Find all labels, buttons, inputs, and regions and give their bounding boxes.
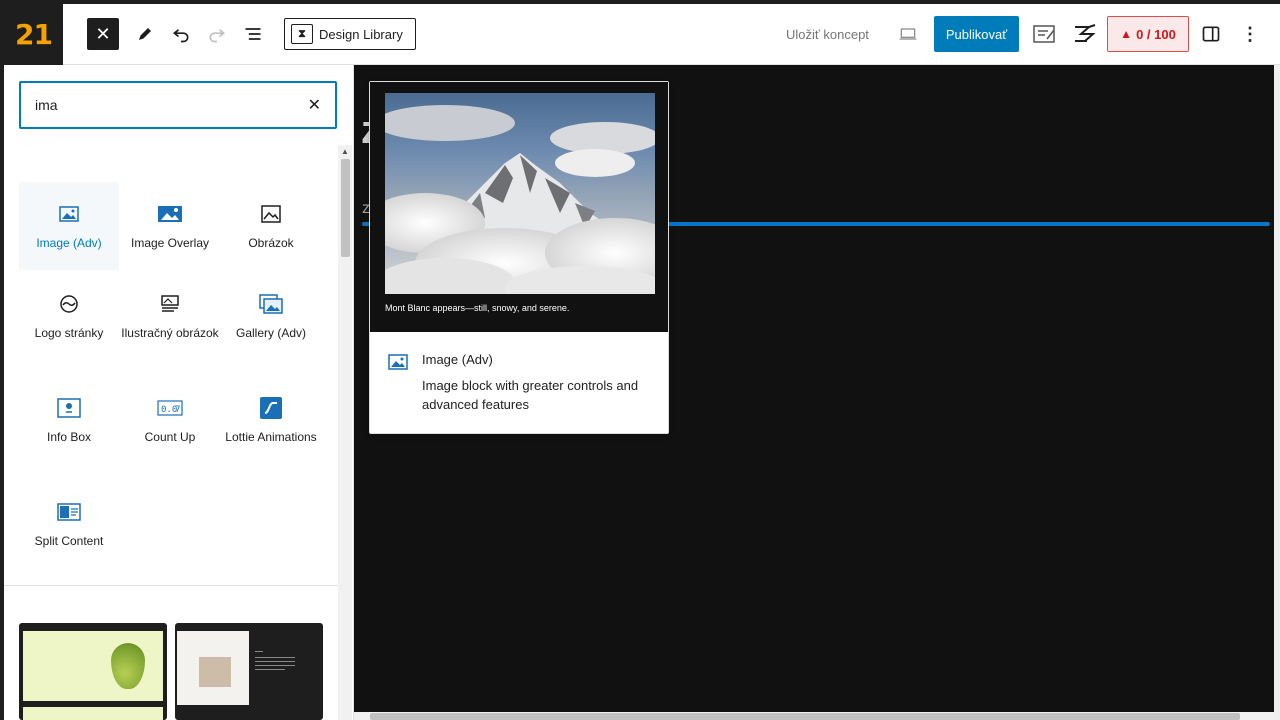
publish-label: Publikovať [945,26,1008,42]
site-logo-icon [60,295,78,313]
stackable-icon: ⧗ [291,24,313,44]
block-label: Lottie Animations [225,430,317,444]
publish-button[interactable]: Publikovať [934,16,1019,52]
clear-search-icon[interactable]: ✕ [308,95,321,115]
laptop-icon [899,28,917,40]
stackable-logo-icon [1075,24,1096,42]
sidebar-icon [1202,26,1220,42]
block-lottie-animations[interactable]: Lottie Animations [221,376,321,444]
lottie-icon [260,397,282,419]
block-label: Gallery (Adv) [235,326,306,340]
block-gallery-adv[interactable]: Gallery (Adv) [221,272,321,340]
inserter-scrollbar-thumb[interactable] [341,159,350,257]
image-icon [261,205,281,223]
close-inserter-button[interactable]: ✕ [87,18,119,50]
preview-block-title: Image (Adv) [422,352,493,367]
pattern-background [23,707,163,720]
image-icon [388,354,408,370]
save-draft-label: Uložiť koncept [786,26,869,42]
site-logo[interactable]: 21 [4,4,63,65]
info-box-icon [57,398,81,418]
block-image-adv[interactable]: Image (Adv) [19,182,119,270]
block-obrazok[interactable]: Obrázok [221,182,321,250]
preview-caption: Mont Blanc appears—still, snowy, and ser… [385,303,570,313]
section-divider [4,585,338,586]
block-label: Ilustračný obrázok [121,326,219,340]
score-chart-icon: ▲ [1120,27,1133,41]
block-count-up[interactable]: 0.0 7 Count Up [120,376,220,444]
canvas-scrollbar[interactable] [1274,65,1280,720]
block-search-input[interactable] [35,97,275,113]
pattern-image [177,631,249,705]
block-info-box[interactable]: Info Box [19,376,119,444]
gallery-icon [259,294,283,314]
pattern-preview-pear[interactable] [19,623,167,720]
undo-button[interactable] [165,18,197,50]
block-label: Image Overlay [130,236,210,250]
logo-text: 21 [15,18,53,51]
block-ilustracny-obrazok[interactable]: Ilustračný obrázok [120,272,220,340]
image-overlay-icon [158,206,182,222]
image-icon [59,206,79,222]
block-label: Split Content [34,534,104,548]
block-label: Info Box [46,430,92,444]
stackable-settings-button[interactable] [1069,18,1101,50]
seo-score-button[interactable]: ▲ 0 / 100 [1107,16,1189,52]
split-content-icon [57,503,81,521]
preview-mountain-image [385,93,655,294]
block-logo-stranky[interactable]: Logo stránky [19,272,119,340]
block-preview-popover: Mont Blanc appears—still, snowy, and ser… [369,81,669,434]
document-overview-button[interactable] [237,18,269,50]
preview-block-description: Image block with greater controls and ad… [422,378,639,412]
more-vertical-icon: ⋮ [1241,23,1259,44]
preview-canvas: Mont Blanc appears—still, snowy, and ser… [370,82,668,332]
featured-image-icon [161,295,179,312]
pencil-icon [139,28,151,40]
redo-icon [209,29,226,43]
tools-button[interactable] [129,18,161,50]
preview-device-button[interactable] [892,18,924,50]
edit-note-icon [1033,25,1055,43]
count-up-icon: 0.07 [157,400,183,416]
canvas-horizontal-scrollbar-thumb[interactable] [370,713,1240,720]
save-draft-button[interactable]: Uložiť koncept [786,18,869,50]
pattern-preview-gallery[interactable] [175,623,323,720]
editor-header: 21 ✕ ⧗ Design Library Uložiť koncept Pub… [0,4,1280,65]
block-label: Image (Adv) [36,236,102,250]
scroll-up-icon[interactable]: ▲ [341,147,349,156]
block-search[interactable]: ✕ [19,81,337,129]
block-label: Count Up [144,430,196,444]
seo-score-label: 0 / 100 [1136,26,1176,42]
block-label: Obrázok [248,236,294,250]
list-view-icon [245,28,261,40]
block-label: Logo stránky [34,326,104,340]
design-library-label: Design Library [319,26,403,42]
options-menu-button[interactable]: ⋮ [1234,18,1266,50]
design-library-button[interactable]: ⧗ Design Library [284,18,416,50]
block-inserter-panel: ✕ Image (Adv) Image Overlay Obrázok Logo… [4,65,354,720]
notes-button[interactable] [1029,18,1061,50]
settings-sidebar-button[interactable] [1195,18,1227,50]
window-frame-left [0,0,4,720]
svg-text:7: 7 [175,405,180,415]
block-image-overlay[interactable]: Image Overlay [120,182,220,250]
close-icon: ✕ [95,23,111,44]
undo-icon [172,29,189,43]
redo-button[interactable] [201,18,233,50]
block-split-content[interactable]: Split Content [19,480,119,548]
